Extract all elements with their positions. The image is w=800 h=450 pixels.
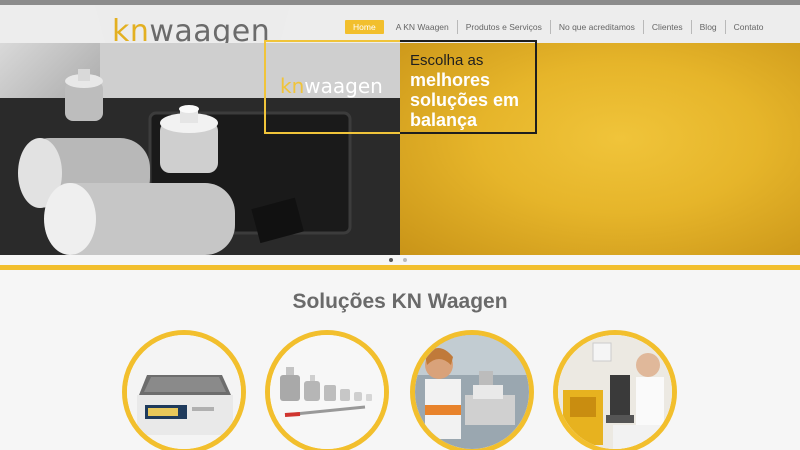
nav-products-services[interactable]: Produtos e Serviços [456,20,550,34]
calibration-weights-image[interactable] [265,330,389,450]
nav-blog[interactable]: Blog [690,20,725,34]
precision-scale-image[interactable] [122,330,246,450]
hero-logo-prefix: kn [280,74,305,98]
nav-contact[interactable]: Contato [724,20,772,34]
hero-line-2: melhores [410,70,491,90]
lab-technician-image[interactable] [410,330,534,450]
yellow-divider [0,265,800,270]
nav-beliefs[interactable]: No que acreditamos [549,20,643,34]
main-nav: Home A KN Waagen Produtos e Serviços No … [345,18,771,36]
nav-clients[interactable]: Clientes [642,20,691,34]
hero-logo-suffix: waagen [304,74,383,98]
slide-dot-1[interactable] [389,258,393,262]
slide-dot-2[interactable] [403,258,407,262]
slider-pagination [389,258,407,262]
hero-headline: Escolha as melhores soluções em balança [410,52,540,130]
hero-line-3: soluções em [410,90,520,110]
solutions-grid [0,330,800,450]
hero-line-1: Escolha as [410,52,484,69]
lab-equipment-image[interactable] [553,330,677,450]
nav-home[interactable]: Home [345,20,384,34]
hero-line-4: balança [410,110,478,130]
hero-logo: knwaagen [280,74,383,98]
section-title: Soluções KN Waagen [292,290,508,313]
nav-about[interactable]: A KN Waagen [388,20,457,34]
